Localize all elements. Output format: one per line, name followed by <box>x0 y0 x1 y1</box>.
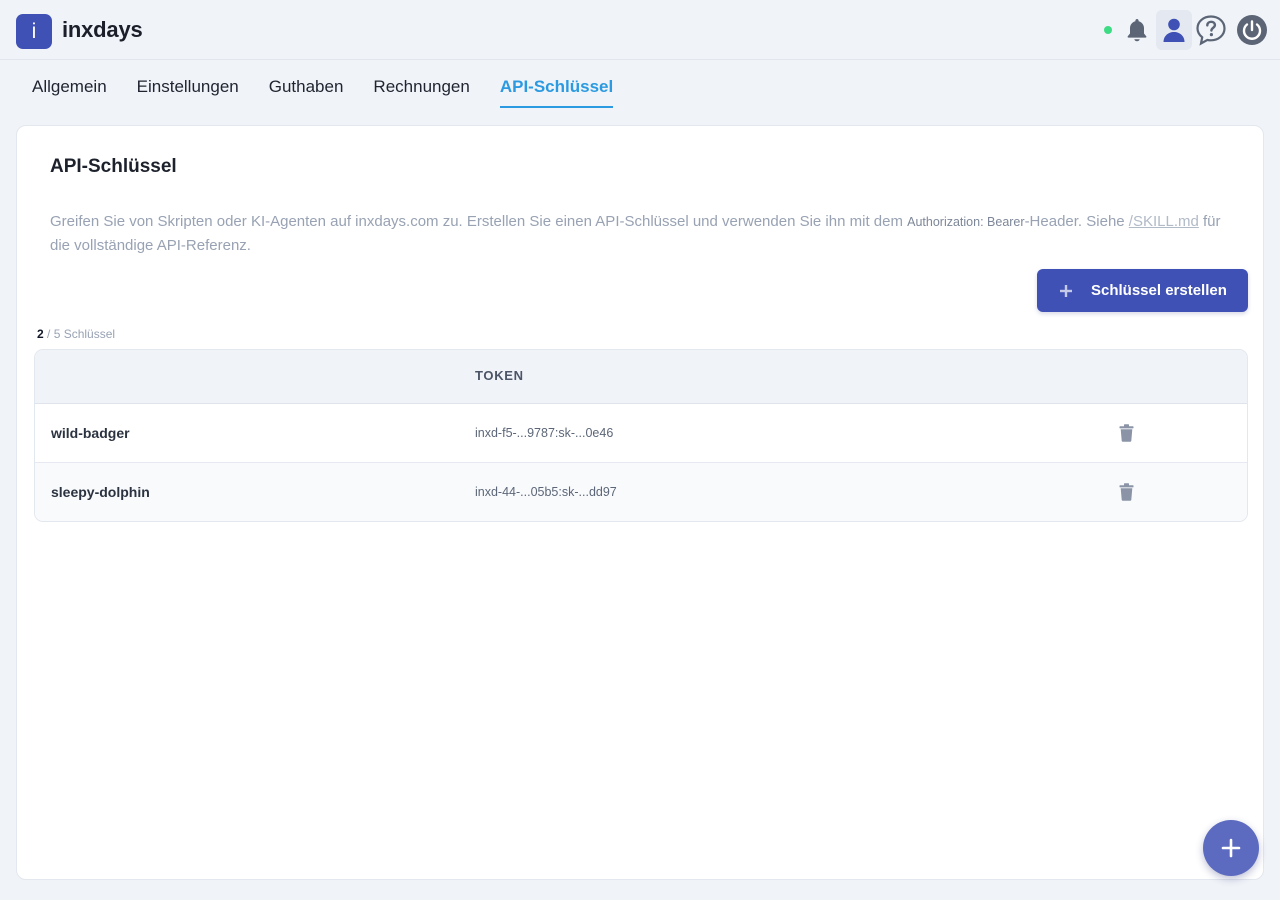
delete-key-button[interactable] <box>1117 423 1135 443</box>
top-bar: i inxdays <box>0 0 1280 60</box>
tab-rechnungen[interactable]: Rechnungen <box>373 77 469 108</box>
api-keys-card: API-Schlüssel Greifen Sie von Skripten o… <box>16 125 1264 880</box>
create-key-label: Schlüssel erstellen <box>1091 282 1227 299</box>
auth-header-code: Authorization: Bearer <box>907 215 1025 229</box>
page-title: API-Schlüssel <box>50 156 177 177</box>
online-status-dot <box>1104 26 1112 34</box>
delete-key-button[interactable] <box>1117 482 1135 502</box>
description-text-2: -Header. Siehe <box>1024 213 1129 230</box>
key-count: 2 / 5 Schlüssel <box>37 327 115 341</box>
settings-tabs: Allgemein Einstellungen Guthaben Rechnun… <box>32 77 643 109</box>
key-token: inxd-44-...05b5:sk-...dd97 <box>475 485 617 499</box>
logout-button[interactable] <box>1234 10 1270 50</box>
skill-doc-link[interactable]: /SKILL.md <box>1129 213 1199 230</box>
plus-icon <box>1059 284 1073 298</box>
power-icon <box>1237 15 1267 45</box>
tab-api-keys[interactable]: API-Schlüssel <box>499 77 614 108</box>
create-key-button[interactable]: Schlüssel erstellen <box>1037 269 1248 312</box>
tab-guthaben[interactable]: Guthaben <box>269 77 344 108</box>
help-icon <box>1196 15 1226 46</box>
key-name: wild-badger <box>51 425 130 441</box>
table-row: wild-badger inxd-f5-...9787:sk-...0e46 <box>35 404 1247 463</box>
floating-add-button[interactable] <box>1203 820 1259 876</box>
column-header-token: TOKEN <box>475 368 524 383</box>
key-token: inxd-f5-...9787:sk-...0e46 <box>475 426 614 440</box>
description-text-1: Greifen Sie von Skripten oder KI-Agenten… <box>50 213 908 230</box>
table-row: sleepy-dolphin inxd-44-...05b5:sk-...dd9… <box>35 463 1247 521</box>
api-keys-table: TOKEN wild-badger inxd-f5-...9787:sk-...… <box>34 349 1248 522</box>
trash-icon <box>1119 483 1133 501</box>
app-logo[interactable]: i <box>16 14 52 49</box>
app-name: inxdays <box>62 17 143 42</box>
notifications-button[interactable] <box>1119 10 1155 50</box>
table-header: TOKEN <box>35 350 1247 404</box>
user-icon <box>1163 18 1185 42</box>
app-logo-letter: i <box>31 19 37 43</box>
key-count-current: 2 <box>37 327 44 341</box>
bell-icon <box>1127 19 1147 42</box>
tab-einstellungen[interactable]: Einstellungen <box>137 77 239 108</box>
key-count-limit: / 5 Schlüssel <box>43 327 116 341</box>
help-button[interactable] <box>1193 10 1229 50</box>
profile-button[interactable] <box>1156 10 1192 50</box>
trash-icon <box>1119 424 1133 442</box>
key-name: sleepy-dolphin <box>51 484 150 500</box>
api-description: Greifen Sie von Skripten oder KI-Agenten… <box>50 210 1230 257</box>
plus-icon <box>1221 838 1241 858</box>
tab-allgemein[interactable]: Allgemein <box>32 77 107 108</box>
